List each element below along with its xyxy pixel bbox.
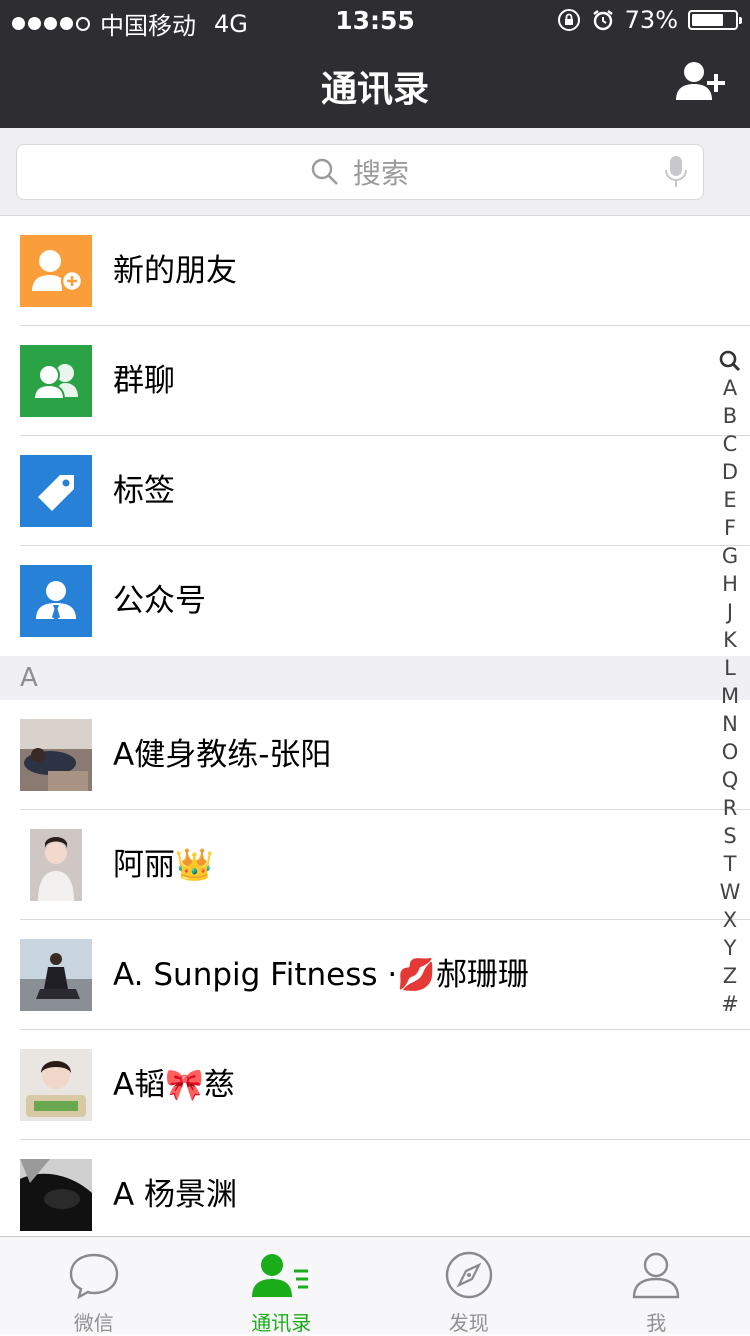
contacts-icon xyxy=(252,1251,310,1301)
avatar-photo xyxy=(20,1049,92,1121)
avatar-photo xyxy=(20,1159,92,1231)
list-item-label: 新的朋友 xyxy=(113,216,237,326)
search-area: 搜索 xyxy=(0,128,750,216)
index-letter[interactable]: N xyxy=(716,710,744,738)
tab-chats[interactable]: 微信 xyxy=(0,1237,188,1334)
contact-name: A韬🎀慈 xyxy=(113,1030,235,1140)
new-friend-icon xyxy=(20,235,92,307)
index-letters: ABCDEFGHJKLMNOQRSTWXYZ# xyxy=(716,374,744,1018)
index-letter[interactable]: O xyxy=(716,738,744,766)
index-letter[interactable]: E xyxy=(716,486,744,514)
list-item-new-friends[interactable]: 新的朋友 xyxy=(0,216,750,326)
index-letter[interactable]: A xyxy=(716,374,744,402)
avatar-photo xyxy=(20,719,92,791)
tab-label: 微信 xyxy=(0,1307,188,1336)
tab-discover[interactable]: 发现 xyxy=(375,1237,563,1334)
contact-row[interactable]: 阿丽👑 xyxy=(0,810,750,920)
list-item-label: 标签 xyxy=(113,436,175,546)
top-bar: 中国移动 4G 13:55 73% 通讯录 xyxy=(0,0,750,128)
group-chat-icon xyxy=(20,345,92,417)
search-input[interactable]: 搜索 xyxy=(16,144,704,200)
index-letter[interactable]: L xyxy=(716,654,744,682)
index-letter[interactable]: X xyxy=(716,906,744,934)
index-letter[interactable]: C xyxy=(716,430,744,458)
contact-name: 阿丽👑 xyxy=(113,810,214,920)
battery-percent: 73% xyxy=(625,6,678,34)
contact-row[interactable]: A健身教练-张阳 xyxy=(0,700,750,810)
index-letter[interactable]: H xyxy=(716,570,744,598)
index-letter[interactable]: Y xyxy=(716,934,744,962)
tab-me[interactable]: 我 xyxy=(563,1237,750,1334)
page-title: 通讯录 xyxy=(0,60,750,112)
contact-name: A. Sunpig Fitness ·💋郝珊珊 xyxy=(113,920,529,1030)
index-letter[interactable]: G xyxy=(716,542,744,570)
index-letter[interactable]: J xyxy=(716,598,744,626)
status-right: 73% xyxy=(557,6,738,34)
section-header-a: A xyxy=(0,656,750,700)
tab-label: 发现 xyxy=(375,1307,563,1336)
index-letter[interactable]: T xyxy=(716,850,744,878)
list-item-tags[interactable]: 标签 xyxy=(0,436,750,546)
index-letter[interactable]: S xyxy=(716,822,744,850)
index-letter[interactable]: F xyxy=(716,514,744,542)
list-item-label: 群聊 xyxy=(113,326,175,436)
index-letter[interactable]: D xyxy=(716,458,744,486)
index-letter[interactable]: R xyxy=(716,794,744,822)
battery-icon xyxy=(688,10,738,30)
compass-icon xyxy=(444,1251,494,1301)
search-icon xyxy=(311,158,339,186)
tag-icon xyxy=(20,455,92,527)
alphabet-index[interactable]: ABCDEFGHJKLMNOQRSTWXYZ# xyxy=(716,348,744,1018)
tab-contacts[interactable]: 通讯录 xyxy=(188,1237,376,1334)
list-item-official-accounts[interactable]: 公众号 xyxy=(0,546,750,656)
search-placeholder: 搜索 xyxy=(353,152,409,192)
official-account-icon xyxy=(20,565,92,637)
index-letter[interactable]: W xyxy=(716,878,744,906)
avatar-photo xyxy=(20,829,92,901)
person-icon xyxy=(631,1251,681,1301)
index-letter[interactable]: # xyxy=(716,990,744,1018)
index-letter[interactable]: Z xyxy=(716,962,744,990)
contact-name: A 杨景渊 xyxy=(113,1140,237,1250)
contact-row[interactable]: A韬🎀慈 xyxy=(0,1030,750,1140)
tab-label: 通讯录 xyxy=(188,1307,376,1336)
index-letter[interactable]: B xyxy=(716,402,744,430)
rotation-lock-icon xyxy=(557,8,581,32)
tab-bar: 微信 通讯录 发现 我 xyxy=(0,1236,750,1334)
contact-row[interactable]: A 杨景渊 xyxy=(0,1140,750,1250)
avatar-photo xyxy=(20,939,92,1011)
tab-label: 我 xyxy=(563,1307,750,1336)
list-item-group-chats[interactable]: 群聊 xyxy=(0,326,750,436)
contact-name: A健身教练-张阳 xyxy=(113,700,331,810)
index-letter[interactable]: M xyxy=(716,682,744,710)
contact-row[interactable]: A. Sunpig Fitness ·💋郝珊珊 xyxy=(0,920,750,1030)
status-bar: 中国移动 4G 13:55 73% xyxy=(0,0,750,40)
index-letter[interactable]: Q xyxy=(716,766,744,794)
alarm-icon xyxy=(591,8,615,32)
index-search-icon[interactable] xyxy=(718,348,742,374)
index-letter[interactable]: K xyxy=(716,626,744,654)
chat-bubble-icon xyxy=(68,1251,120,1301)
add-friend-icon[interactable] xyxy=(676,60,728,106)
list-item-label: 公众号 xyxy=(113,546,206,656)
microphone-icon[interactable] xyxy=(663,155,689,189)
